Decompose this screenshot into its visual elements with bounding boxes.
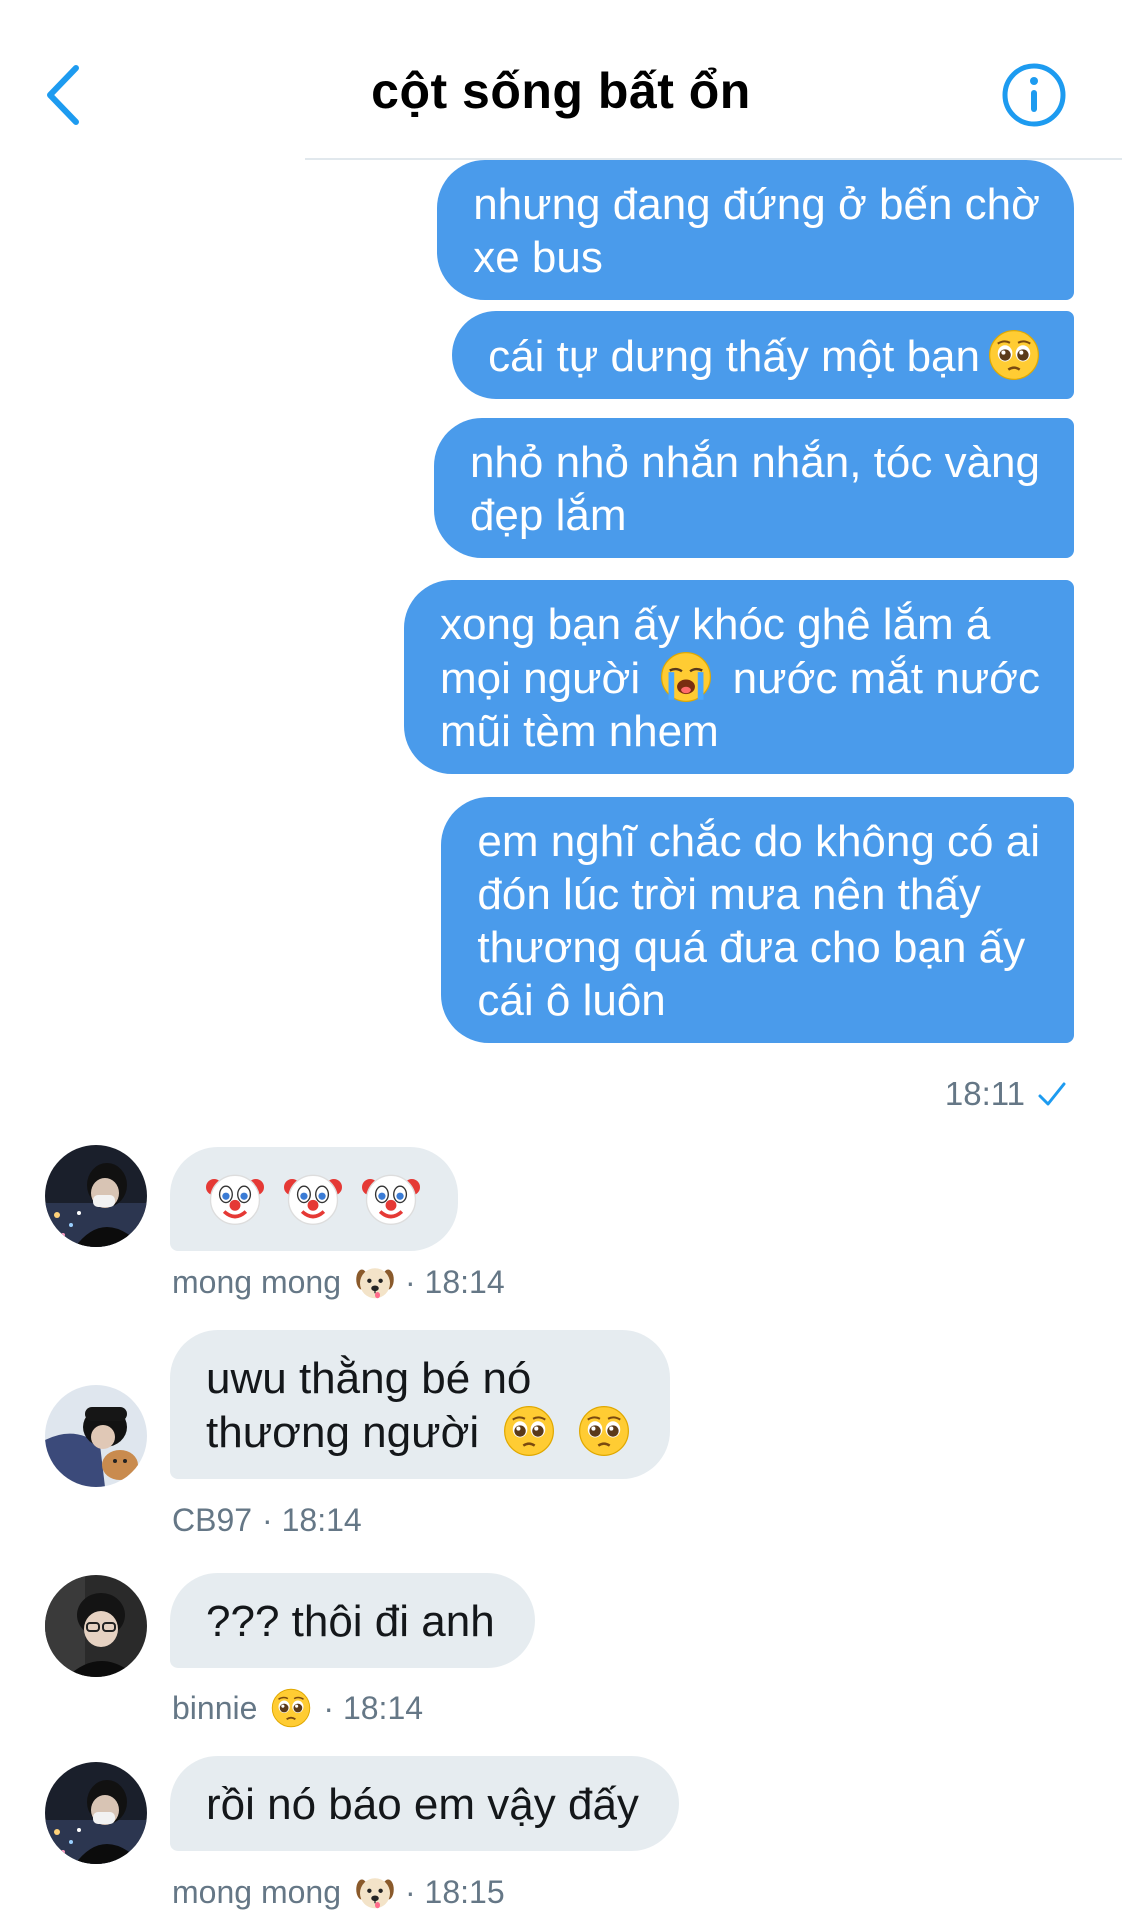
- conversation-title: cột sống bất ổn: [371, 63, 751, 119]
- message-line: mũi tèm nhem: [440, 707, 719, 756]
- message-line: cái ô luôn: [477, 976, 666, 1025]
- clown-face-emoji: [362, 1169, 420, 1227]
- sender-name: mong mong: [172, 1873, 341, 1910]
- message-meta: binnie · 18:14: [172, 1688, 423, 1728]
- info-button[interactable]: [1001, 62, 1067, 128]
- pleading-face-emoji: [988, 329, 1040, 381]
- message-line: xe bus: [473, 233, 603, 282]
- message-line: thương người: [206, 1405, 630, 1459]
- outgoing-message[interactable]: cái tự dưng thấy một bạn: [452, 311, 1074, 399]
- message-time: · 18:14: [404, 1263, 505, 1300]
- message-line: nhỏ nhỏ nhắn nhắn, tóc vàng: [469, 438, 1040, 487]
- checkmark-icon: [1038, 1082, 1066, 1106]
- outgoing-message[interactable]: nhỏ nhỏ nhắn nhắn, tóc vàng đẹp lắm: [433, 418, 1074, 558]
- dog-face-emoji: [355, 1262, 395, 1302]
- info-icon: [1002, 63, 1066, 127]
- avatar[interactable]: [45, 1762, 147, 1864]
- dog-face-emoji: [355, 1872, 395, 1912]
- message-time: · 18:14: [262, 1502, 362, 1538]
- loudly-crying-face-emoji: [660, 651, 712, 703]
- message-line: em nghĩ chắc do không có ai: [477, 817, 1040, 866]
- message-time: · 18:15: [404, 1873, 505, 1910]
- outgoing-message[interactable]: em nghĩ chắc do không có ai đón lúc trời…: [441, 797, 1074, 1043]
- message-meta: mong mong · 18:14: [172, 1262, 505, 1302]
- outgoing-message[interactable]: nhưng đang đứng ở bến chờ xe bus: [437, 160, 1074, 300]
- message-text: rồi nó báo em vậy đấy: [206, 1780, 639, 1829]
- message-time: · 18:14: [323, 1689, 424, 1726]
- message-line: xong bạn ấy khóc ghê lắm á: [440, 600, 991, 649]
- incoming-message[interactable]: ??? thôi đi anh: [170, 1573, 535, 1668]
- message-line: thương quá đưa cho bạn ấy: [477, 923, 1026, 972]
- conversation-header: cột sống bất ổn: [0, 0, 1122, 160]
- clown-face-emoji: [206, 1169, 264, 1227]
- incoming-message[interactable]: uwu thằng bé nó thương người: [170, 1330, 670, 1479]
- message-line: nhưng đang đứng ở bến chờ: [473, 180, 1040, 229]
- pleading-face-emoji: [271, 1688, 311, 1728]
- message-text: cái tự dưng thấy một bạn: [488, 332, 980, 381]
- pleading-face-emoji: [578, 1405, 630, 1457]
- avatar[interactable]: [45, 1385, 147, 1487]
- outgoing-timestamp: 18:11: [945, 1075, 1067, 1113]
- chevron-left-icon: [47, 65, 79, 125]
- message-meta: mong mong · 18:15: [172, 1872, 505, 1912]
- sender-name: binnie: [172, 1689, 258, 1726]
- back-button[interactable]: [40, 60, 90, 130]
- pleading-face-emoji: [503, 1405, 555, 1457]
- clown-face-emoji: [284, 1169, 342, 1227]
- sender-name: CB97: [172, 1502, 253, 1538]
- sender-name: mong mong: [172, 1263, 341, 1300]
- message-line: đón lúc trời mưa nên thấy: [477, 870, 981, 919]
- message-text: ??? thôi đi anh: [206, 1597, 495, 1646]
- incoming-message[interactable]: rồi nó báo em vậy đấy: [170, 1756, 679, 1851]
- avatar[interactable]: [45, 1575, 147, 1677]
- message-line: đẹp lắm: [469, 491, 627, 540]
- message-line: uwu thằng bé nó: [206, 1354, 532, 1403]
- message-meta: CB97 · 18:14: [172, 1502, 362, 1539]
- avatar[interactable]: [45, 1145, 147, 1247]
- incoming-message[interactable]: [170, 1147, 459, 1251]
- outgoing-message[interactable]: xong bạn ấy khóc ghê lắm á mọi người nướ…: [404, 580, 1074, 774]
- message-line: mọi người nước mắt nước: [440, 651, 1040, 705]
